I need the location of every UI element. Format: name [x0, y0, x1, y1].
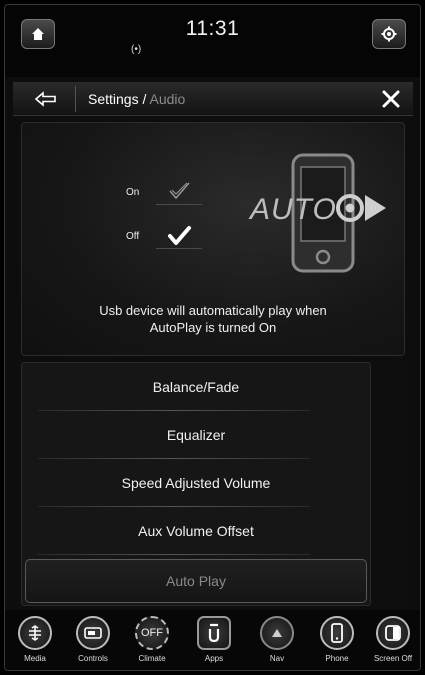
breadcrumb: Settings / Audio [88, 91, 185, 107]
off-label: Off [126, 230, 140, 242]
menu-item-equalizer[interactable]: Equalizer [22, 411, 370, 459]
on-label: On [126, 186, 140, 198]
close-icon [382, 90, 400, 108]
settings-button[interactable] [372, 19, 406, 49]
audio-settings-list: Balance/Fade Equalizer Speed Adjusted Vo… [21, 362, 371, 606]
breadcrumb-root[interactable]: Settings [88, 91, 139, 107]
back-button[interactable] [31, 86, 61, 112]
header-divider [75, 86, 76, 112]
dock-apps-label: Apps [204, 654, 224, 663]
on-checkbox[interactable] [156, 179, 202, 205]
menu-item-balance-fade[interactable]: Balance/Fade [22, 363, 370, 411]
dock-phone[interactable]: Phone [309, 616, 365, 663]
apps-icon [197, 616, 231, 650]
back-arrow-icon [35, 91, 56, 107]
screen-off-icon [376, 616, 410, 650]
close-button[interactable] [375, 83, 407, 115]
phone-icon [320, 616, 354, 650]
dock-nav[interactable]: Nav [249, 616, 305, 663]
controls-icon [76, 616, 110, 650]
autoplay-description: Usb device will automatically play when … [22, 302, 404, 336]
media-icon [18, 616, 52, 650]
breadcrumb-separator: / [138, 91, 150, 107]
autoplay-panel: On Off AUTO Usb device will automaticall… [21, 122, 405, 356]
description-line-1: Usb device will automatically play when [99, 303, 327, 318]
list-scroll-area [371, 362, 407, 606]
bottom-dock: Media Controls OFF Climate Apps Nav Phon… [5, 610, 420, 670]
nav-icon [260, 616, 294, 650]
menu-item-auto-play[interactable]: Auto Play [25, 559, 367, 603]
menu-item-aux-volume-offset[interactable]: Aux Volume Offset [22, 507, 370, 555]
dock-media[interactable]: Media [7, 616, 63, 663]
off-checkbox[interactable] [156, 223, 202, 249]
dock-controls[interactable]: Controls [65, 616, 121, 663]
dock-screen-off-label: Screen Off [373, 654, 413, 663]
dock-controls-label: Controls [78, 654, 108, 663]
climate-icon: OFF [135, 616, 169, 650]
dock-nav-label: Nav [269, 654, 285, 663]
check-outline-icon [169, 182, 190, 200]
gear-icon [381, 26, 397, 42]
signal-icon: (•) [131, 44, 142, 55]
app-screen: 11:31 (•) Settings / Audio On Off AUTO U… [4, 4, 421, 671]
status-bar: 11:31 (•) [5, 5, 420, 77]
autoplay-off-option[interactable]: Off [126, 223, 202, 249]
clock: 11:31 [185, 17, 240, 40]
dock-apps[interactable]: Apps [186, 616, 242, 663]
autoplay-logo-text: AUTO [248, 193, 337, 226]
breadcrumb-page: Audio [149, 91, 186, 107]
dock-phone-label: Phone [325, 654, 349, 663]
page-header: Settings / Audio [13, 82, 413, 116]
dock-media-label: Media [24, 654, 46, 663]
check-icon [168, 226, 191, 245]
dock-climate-label: Climate [138, 654, 166, 663]
menu-item-speed-adjusted-volume[interactable]: Speed Adjusted Volume [22, 459, 370, 507]
dock-screen-off[interactable]: Screen Off [365, 616, 420, 663]
autoplay-logo-icon: AUTO [248, 153, 386, 273]
dock-climate[interactable]: OFF Climate [124, 616, 180, 663]
autoplay-on-option[interactable]: On [126, 179, 202, 205]
description-line-2: AutoPlay is turned On [149, 320, 277, 335]
